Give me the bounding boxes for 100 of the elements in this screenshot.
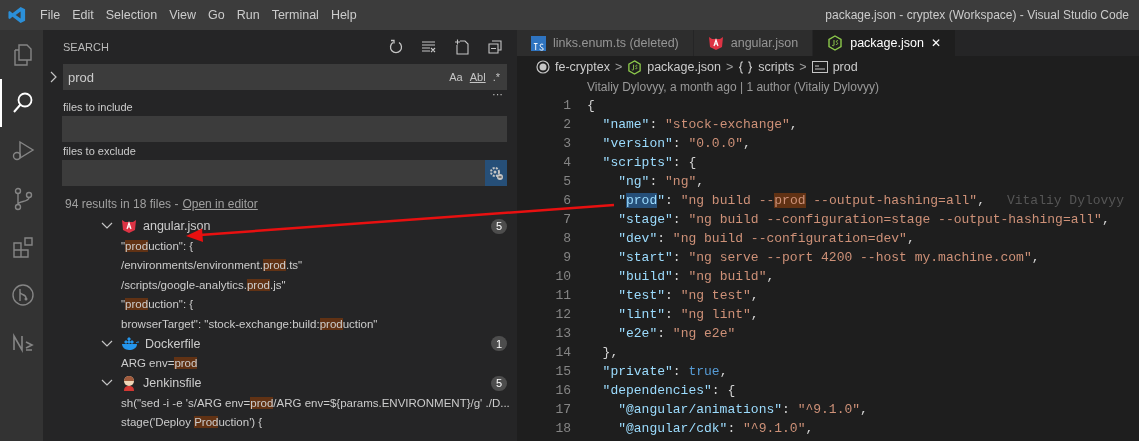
code-line: "stage": "ng build --configuration=stage --output-hashing=all", — [617, 212, 1110, 227]
collapse-all-icon[interactable] — [487, 39, 503, 55]
code-line: "start": "ng serve --port 4200 --host my.machine.com", — [617, 250, 1040, 265]
whale-icon — [121, 336, 139, 351]
menu-item[interactable]: Terminal — [271, 8, 328, 22]
match-case-toggle[interactable]: Aa — [449, 71, 463, 83]
refresh-icon[interactable] — [388, 39, 404, 55]
code-line: "name": "stock-exchange", — [601, 117, 798, 132]
line-number: 7 — [562, 212, 571, 227]
code-line: "ng": "ng", — [617, 174, 705, 189]
code-line: "e2e": "ng e2e" — [617, 326, 736, 341]
breadcrumb-separator: > — [799, 60, 807, 74]
result-file-row[interactable]: angular.json 5 — [43, 216, 507, 236]
braces-icon — [738, 60, 754, 74]
shield-icon — [121, 218, 137, 234]
line-number: 16 — [554, 383, 571, 398]
match-line[interactable]: "production": { — [43, 236, 507, 256]
editor-tab[interactable]: links.enum.ts (deleted) — [517, 30, 694, 56]
file-name: Dockerfile — [145, 336, 201, 351]
match-line[interactable]: "production": { — [43, 294, 507, 314]
shield-icon — [707, 35, 724, 51]
hexagon-icon — [827, 35, 844, 51]
line-number: 6 — [562, 193, 571, 208]
line-number: 18 — [554, 421, 571, 436]
match-count: 5 — [491, 218, 507, 234]
editor-tab[interactable]: package.json ✕ — [813, 30, 956, 56]
open-in-editor-link[interactable]: Open in editor — [182, 197, 258, 211]
file-name: angular.json — [143, 219, 211, 233]
hexagon-icon — [627, 59, 643, 75]
breadcrumb-separator: > — [614, 60, 623, 74]
menu-item[interactable]: View — [169, 8, 205, 22]
menu-item[interactable]: Help — [330, 8, 366, 22]
search-field[interactable]: prod Aa Abl .* — [63, 64, 507, 90]
match-count: 5 — [491, 375, 507, 391]
exclude-settings-toggle[interactable] — [485, 160, 507, 186]
breadcrumb-item[interactable]: prod — [832, 60, 858, 74]
results-summary: 94 results in 18 files - — [65, 197, 179, 211]
result-file-row[interactable]: Jenkinsfile 5 — [43, 373, 507, 393]
code-line: "dev": "ng build --configuration=dev", — [617, 231, 915, 246]
codelens-blame[interactable]: Vitaliy Dylovyy, a month ago | 1 author (Vitaliy Dylovyy) — [517, 78, 1139, 96]
vscode-logo-icon — [8, 6, 26, 24]
circle-icon — [536, 60, 550, 74]
line-number: 15 — [554, 364, 571, 379]
code-line: "lint": "ng lint", — [617, 307, 759, 322]
match-line[interactable]: /environments/environment.prod.ts" — [43, 255, 507, 275]
match-line[interactable]: sh("sed -i -e 's/ARG env=prod/ARG env=${params.ENVIRONMENT}/g' ./D... — [43, 393, 507, 413]
result-file-row[interactable]: Dockerfile 1 — [43, 333, 507, 354]
line-number: 13 — [554, 326, 571, 341]
close-tab-button[interactable]: ✕ — [930, 36, 941, 50]
match-line[interactable]: /scripts/google-analytics.prod.js" — [43, 275, 507, 295]
line-number: 5 — [562, 174, 571, 189]
whole-word-toggle[interactable]: Abl — [469, 71, 486, 83]
menu-item[interactable]: Go — [208, 8, 234, 22]
breadcrumb-separator: > — [725, 60, 734, 74]
menu-item[interactable]: Run — [236, 8, 269, 22]
clear-results-icon[interactable] — [421, 39, 437, 55]
line-number: 2 — [562, 117, 571, 132]
string-symbol-icon — [811, 61, 828, 73]
menu-item[interactable]: Selection — [105, 8, 167, 22]
code-line: "@angular/animations": "^9.1.0", — [617, 402, 868, 417]
field-label: files to include — [62, 100, 134, 115]
regex-toggle[interactable]: .* — [492, 71, 500, 83]
code-line: "dependencies": { — [601, 383, 736, 398]
file-name: Jenkinsfile — [143, 376, 202, 390]
exclude-field[interactable] — [62, 160, 507, 186]
breadcrumb-item[interactable]: scripts — [758, 60, 795, 74]
debug-icon — [10, 139, 35, 163]
new-file-icon[interactable] — [454, 39, 470, 55]
code-line: "test": "ng test", — [617, 288, 759, 303]
line-number: 17 — [554, 402, 571, 417]
menu-item[interactable]: File — [40, 8, 70, 22]
line-number: 3 — [562, 136, 571, 151]
gear-icon — [488, 165, 504, 181]
code-line: "prod": "ng build --prod --output-hashing=all", — [617, 193, 985, 208]
search-icon — [10, 91, 35, 115]
line-number: 1 — [562, 98, 571, 113]
panel-title: SEARCH — [63, 41, 109, 53]
menu-item[interactable]: Edit — [72, 8, 103, 22]
line-number: 12 — [554, 307, 571, 322]
match-line[interactable]: ARG env=prod — [43, 353, 507, 373]
line-number: 10 — [554, 269, 571, 284]
chevron-right-icon[interactable] — [50, 71, 58, 83]
code-line: }, — [601, 345, 619, 360]
line-number: 8 — [562, 231, 571, 246]
line-number: 14 — [554, 345, 571, 360]
line-number: 11 — [554, 288, 571, 303]
line-number: 9 — [562, 250, 571, 265]
window-title: package.json - cryptex (Workspace) - Visual Studio Code — [825, 8, 1129, 22]
line-number: 4 — [562, 155, 571, 170]
code-line: "private": true, — [601, 364, 728, 379]
editor-tab[interactable]: angular.json — [693, 30, 814, 56]
breadcrumb-item[interactable]: fe-cryptex — [555, 60, 610, 74]
match-line[interactable]: stage('Deploy Production') { — [43, 412, 507, 432]
more-options-toggle[interactable]: ··· — [492, 90, 503, 98]
file-type-icon — [531, 35, 546, 51]
breadcrumb-item[interactable]: package.json — [647, 60, 721, 74]
code-line: "version": "0.0.0", — [601, 136, 751, 151]
extension-logo-icon — [10, 331, 35, 355]
field-label: files to exclude — [62, 144, 137, 159]
match-line[interactable]: browserTarget": "stock-exchange:build:production" — [43, 314, 507, 334]
